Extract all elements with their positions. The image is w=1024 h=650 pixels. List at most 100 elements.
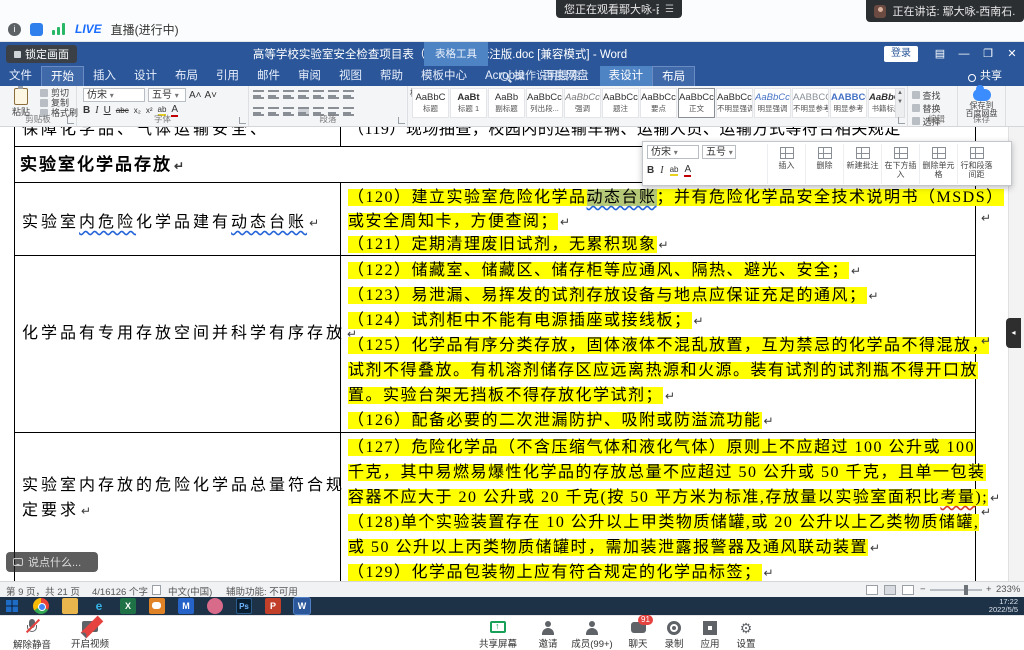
mini-bold-button[interactable]: B <box>647 165 654 176</box>
font-size-select[interactable]: 五号 ▾ <box>148 88 186 102</box>
ribbon-display-options-button[interactable]: ▤ <box>928 42 952 66</box>
mini-table-button[interactable]: 新建批注 <box>843 144 881 184</box>
taskbar-app-icon[interactable] <box>149 598 165 614</box>
close-button[interactable]: ✕ <box>1000 42 1024 66</box>
zoom-out-button[interactable]: − <box>920 584 926 595</box>
lock-screen-button[interactable]: 锁定画面 <box>6 45 77 63</box>
ribbon-tab[interactable]: 开始 <box>41 66 84 86</box>
ribbon-tab[interactable]: 视图 <box>330 66 371 86</box>
style-gallery-item[interactable]: AaBbCcD 题注 <box>602 88 639 118</box>
numbering-icon[interactable] <box>268 90 279 99</box>
accessibility-status[interactable]: 辅助功能: 不可用 <box>226 584 298 598</box>
bullets-icon[interactable] <box>253 90 264 99</box>
ribbon-tab[interactable]: 插入 <box>84 66 125 86</box>
share-button[interactable]: 共享 <box>968 66 1002 86</box>
read-mode-button[interactable] <box>866 585 878 595</box>
multilevel-list-icon[interactable] <box>283 90 294 99</box>
login-button[interactable]: 登录 <box>884 46 918 62</box>
ribbon-tab[interactable]: 引用 <box>207 66 248 86</box>
tell-me-search[interactable]: 操作说明搜索 <box>500 66 580 86</box>
mini-font-size-select[interactable]: 五号 ▾ <box>702 145 736 159</box>
zoom-in-button[interactable]: + <box>986 584 992 595</box>
stream-app-icon[interactable] <box>30 23 43 36</box>
taskbar-app-icon[interactable]: P <box>265 598 281 614</box>
taskbar-app-icon[interactable] <box>207 598 223 614</box>
style-gallery-item[interactable]: AaBbCcDd 正文 <box>678 88 715 118</box>
ribbon-tab[interactable]: 布局 <box>166 66 207 86</box>
style-gallery-item[interactable]: AABBCCD 不明显参考 <box>792 88 829 118</box>
print-layout-button[interactable] <box>884 585 896 595</box>
start-video-button[interactable]: 开启视频 <box>66 619 114 650</box>
chat-button[interactable]: 聊天 91 <box>620 619 656 650</box>
taskbar-clock[interactable]: 17:22 2022/5/5 <box>989 598 1018 614</box>
paragraph-dialog-launcher[interactable] <box>398 117 405 124</box>
grow-font-button[interactable]: A˄ <box>189 90 202 101</box>
record-button[interactable]: 录制 <box>656 619 692 650</box>
ribbon-tab[interactable]: 审阅 <box>289 66 330 86</box>
ribbon-tab[interactable]: 帮助 <box>371 66 412 86</box>
style-gallery-scroll[interactable]: ▲▼ <box>895 88 905 118</box>
taskbar-app-icon[interactable]: M <box>178 598 194 614</box>
mini-table-button[interactable]: 插入 <box>767 144 805 184</box>
taskbar-app-icon[interactable]: Ps <box>236 598 252 614</box>
invite-button[interactable]: 邀请 <box>530 619 566 650</box>
proofing-icon[interactable] <box>152 585 161 595</box>
word-count[interactable]: 4/16126 个字 <box>92 584 148 598</box>
ribbon-tab[interactable]: 设计 <box>125 66 166 86</box>
context-ribbon-tab[interactable]: 布局 <box>652 66 695 86</box>
sort-icon[interactable] <box>328 90 339 99</box>
taskbar-app-icon[interactable] <box>33 598 49 614</box>
stream-info-icon[interactable]: i <box>8 23 21 36</box>
watching-tooltip[interactable]: 您正在观看鄢大咏-西南石油..的屏幕 ☰ <box>556 0 682 18</box>
hamburger-icon[interactable]: ☰ <box>665 4 674 15</box>
document-area[interactable]: 保障化学品、气体运输安全、 （119）现场抽查，校园内的运输车辆、运输人员、运输… <box>0 127 1008 581</box>
web-layout-button[interactable] <box>902 585 914 595</box>
taskbar-app-icon[interactable] <box>4 598 20 614</box>
settings-button[interactable]: ⚙ 设置 <box>728 619 764 650</box>
zoom-slider[interactable] <box>930 589 982 591</box>
language-indicator[interactable]: 中文(中国) <box>168 584 212 598</box>
mini-table-button[interactable]: 在下方插入 <box>881 144 919 184</box>
mini-table-button[interactable]: 删除单元格 <box>919 144 957 184</box>
apps-button[interactable]: 应用 <box>692 619 728 650</box>
page-indicator[interactable]: 第 9 页，共 21 页 <box>6 584 80 598</box>
decrease-indent-icon[interactable] <box>298 90 309 99</box>
style-gallery-item[interactable]: AABBCCI 明显参考 <box>830 88 867 118</box>
share-screen-button[interactable]: 共享屏幕 <box>474 619 522 650</box>
zoom-slider-thumb[interactable] <box>964 585 968 595</box>
font-name-select[interactable]: 仿宋 ▾ <box>83 88 145 102</box>
find-button[interactable]: 查找 <box>912 89 957 102</box>
style-gallery-item[interactable]: AaBb 副标题 <box>488 88 525 118</box>
restore-button[interactable]: ❐ <box>976 42 1000 66</box>
style-gallery-item[interactable]: AaBbCcD 强调 <box>564 88 601 118</box>
increase-indent-icon[interactable] <box>313 90 324 99</box>
style-gallery-item[interactable]: AaBt 标题 1 <box>450 88 487 118</box>
mini-font-color-button[interactable]: A <box>684 164 691 177</box>
unmute-button[interactable]: 解除静音 <box>8 619 56 650</box>
ribbon-tab[interactable]: 文件 <box>0 66 41 86</box>
vertical-scrollbar[interactable] <box>1008 127 1024 581</box>
shrink-font-button[interactable]: A˅ <box>205 90 218 101</box>
styles-dialog-launcher[interactable] <box>898 117 905 124</box>
zoom-level[interactable]: 233% <box>996 584 1020 595</box>
mini-table-button[interactable]: 删除 <box>805 144 843 184</box>
mini-italic-button[interactable]: I <box>660 165 663 176</box>
font-dialog-launcher[interactable] <box>239 117 246 124</box>
taskbar-app-icon[interactable]: W <box>294 598 310 614</box>
mini-table-button[interactable]: 行和段落间距 <box>957 144 995 184</box>
mini-font-name-select[interactable]: 仿宋 ▾ <box>647 145 699 159</box>
style-gallery-item[interactable]: AaBbCcD 要点 <box>640 88 677 118</box>
minimize-button[interactable]: — <box>952 42 976 66</box>
mini-highlight-button[interactable]: ab <box>670 165 679 176</box>
members-button[interactable]: 成员(99+) <box>566 619 618 650</box>
style-gallery-item[interactable]: AaBbCcD 列出段... <box>526 88 563 118</box>
scrollbar-thumb[interactable]: ◂ <box>1006 318 1021 348</box>
show-marks-icon[interactable] <box>343 90 354 99</box>
stream-chat-input[interactable]: 说点什么... <box>6 552 98 572</box>
context-ribbon-tab[interactable]: 表设计 <box>600 66 653 86</box>
taskbar-app-icon[interactable]: X <box>120 598 136 614</box>
ribbon-tab[interactable]: 邮件 <box>248 66 289 86</box>
ribbon-tab[interactable]: 模板中心 <box>412 66 476 86</box>
taskbar-app-icon[interactable] <box>62 598 78 614</box>
style-gallery-item[interactable]: AaBbC 标题 <box>412 88 449 118</box>
